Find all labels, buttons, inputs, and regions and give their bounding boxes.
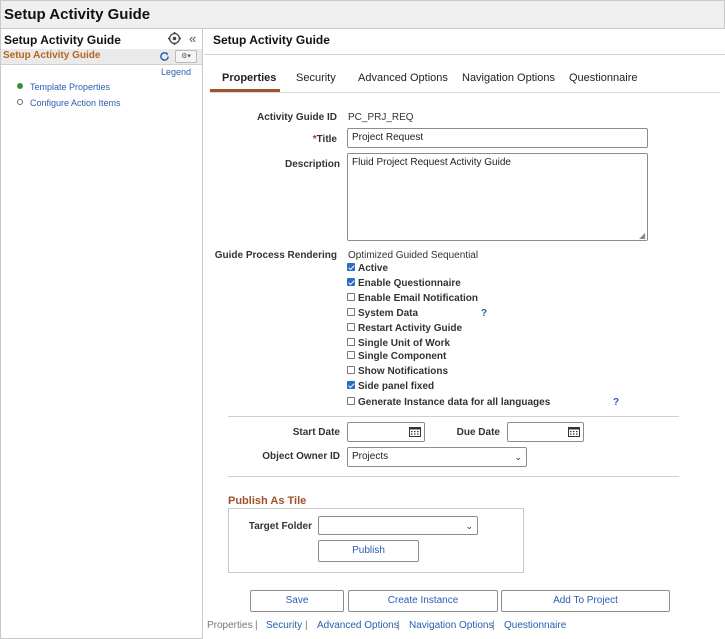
checkbox-system-data[interactable]: System Data xyxy=(347,308,418,319)
footer-link-advanced-options[interactable]: Advanced Options xyxy=(317,620,399,631)
footer-link-security[interactable]: Security xyxy=(266,620,302,631)
checkbox-generate-instance-data[interactable]: Generate Instance data for all languages xyxy=(347,397,550,408)
side-guide-name[interactable]: Setup Activity Guide xyxy=(3,50,100,61)
title-label-text: Title xyxy=(316,134,337,145)
due-date-label: Due Date xyxy=(456,427,500,438)
footer-separator: | xyxy=(397,620,400,631)
checkbox-box[interactable] xyxy=(347,323,355,332)
object-owner-label: Object Owner ID xyxy=(262,451,340,462)
object-owner-value: Projects xyxy=(352,451,389,462)
checkbox-box[interactable] xyxy=(347,397,355,406)
checkbox-single-component[interactable]: Single Component xyxy=(347,351,446,362)
guide-process-rendering-value: Optimized Guided Sequential xyxy=(348,250,479,261)
checkbox-box[interactable] xyxy=(347,366,355,375)
chevron-down-icon: ⌄ xyxy=(465,521,473,531)
description-label: Description xyxy=(284,159,340,170)
gear-icon[interactable] xyxy=(168,32,181,45)
checkbox-box[interactable] xyxy=(347,263,355,272)
target-folder-label: Target Folder xyxy=(248,521,312,532)
save-button[interactable]: Save xyxy=(250,590,344,612)
publish-tile-header: Publish As Tile xyxy=(228,495,307,507)
target-folder-select[interactable]: ⌄ xyxy=(318,516,478,535)
tab-advanced-options[interactable]: Advanced Options xyxy=(358,72,448,84)
footer-separator: | xyxy=(305,620,308,631)
checkbox-label: Single Component xyxy=(358,351,447,362)
checkbox-label: Active xyxy=(358,263,389,274)
checkbox-restart-activity-guide[interactable]: Restart Activity Guide xyxy=(347,323,462,334)
description-textarea[interactable]: Fluid Project Request Activity Guide xyxy=(347,153,648,241)
side-step-template-properties[interactable]: Template Properties xyxy=(30,82,110,92)
checkbox-label: Single Unit of Work xyxy=(358,338,451,349)
section-divider xyxy=(228,416,679,417)
side-step-configure-action-items[interactable]: Configure Action Items xyxy=(30,98,121,108)
footer-separator: | xyxy=(492,620,495,631)
checkbox-box[interactable] xyxy=(347,293,355,302)
section-divider xyxy=(228,476,679,477)
checkbox-label: Enable Questionnaire xyxy=(358,278,461,289)
checkbox-label: Show Notifications xyxy=(358,366,448,377)
side-divider xyxy=(1,64,202,65)
checkbox-box[interactable] xyxy=(347,308,355,317)
header-divider xyxy=(204,54,725,55)
side-panel-title: Setup Activity Guide xyxy=(4,33,121,47)
checkbox-single-unit-of-work[interactable]: Single Unit of Work xyxy=(347,338,450,349)
start-date-label: Start Date xyxy=(292,427,340,438)
add-to-project-button[interactable]: Add To Project xyxy=(501,590,670,612)
title-input[interactable]: Project Request xyxy=(347,128,648,148)
checkbox-label: Restart Activity Guide xyxy=(358,323,463,334)
tab-navigation-options[interactable]: Navigation Options xyxy=(462,72,555,84)
tab-security[interactable]: Security xyxy=(296,72,336,84)
resize-grip-icon[interactable]: ◢ xyxy=(639,231,645,240)
checkbox-label: Generate Instance data for all languages xyxy=(358,397,551,408)
create-instance-button[interactable]: Create Instance xyxy=(348,590,498,612)
refresh-icon[interactable] xyxy=(159,51,170,62)
checkbox-side-panel-fixed[interactable]: Side panel fixed xyxy=(347,381,434,392)
collapse-panel-icon[interactable]: « xyxy=(189,31,196,46)
footer-link-navigation-options[interactable]: Navigation Options xyxy=(409,620,494,631)
checkbox-box[interactable] xyxy=(347,278,355,287)
checkbox-enable-email-notification[interactable]: Enable Email Notification xyxy=(347,293,478,304)
calendar-icon[interactable] xyxy=(409,426,421,437)
step-status-dot xyxy=(17,83,23,89)
chevron-down-icon: ⌄ xyxy=(514,452,522,462)
checkbox-box[interactable] xyxy=(347,351,355,360)
checkbox-box[interactable] xyxy=(347,338,355,347)
checkbox-enable-questionnaire[interactable]: Enable Questionnaire xyxy=(347,278,461,289)
checkbox-active[interactable]: Active xyxy=(347,263,388,274)
footer-link-properties: Properties xyxy=(207,620,253,631)
system-data-help-icon[interactable]: ? xyxy=(481,308,487,319)
activity-guide-id-value: PC_PRJ_REQ xyxy=(348,112,414,123)
calendar-icon[interactable] xyxy=(568,426,580,437)
actions-menu-button[interactable]: ⚙▾ xyxy=(175,50,197,63)
tab-properties[interactable]: Properties xyxy=(222,72,276,84)
side-panel xyxy=(0,29,203,639)
page-title: Setup Activity Guide xyxy=(213,33,330,47)
checkbox-label: Enable Email Notification xyxy=(358,293,479,304)
footer-separator: | xyxy=(255,620,258,631)
checkbox-label: System Data xyxy=(358,308,419,319)
footer-link-questionnaire[interactable]: Questionnaire xyxy=(504,620,566,631)
app-title: Setup Activity Guide xyxy=(4,6,151,23)
guide-process-rendering-label: Guide Process Rendering xyxy=(214,250,337,261)
generate-instance-help-icon[interactable]: ? xyxy=(613,397,619,408)
activity-guide-id-label: Activity Guide ID xyxy=(256,112,337,123)
step-status-dot xyxy=(17,99,23,105)
tab-questionnaire[interactable]: Questionnaire xyxy=(569,72,638,84)
tab-bar-divider xyxy=(210,92,720,93)
checkbox-box[interactable] xyxy=(347,381,355,390)
checkbox-show-notifications[interactable]: Show Notifications xyxy=(347,366,448,377)
checkbox-label: Side panel fixed xyxy=(358,381,435,392)
publish-button[interactable]: Publish xyxy=(318,540,419,562)
object-owner-select[interactable]: Projects ⌄ xyxy=(347,447,527,467)
legend-link[interactable]: Legend xyxy=(161,67,191,77)
title-label: *Title xyxy=(200,134,337,145)
